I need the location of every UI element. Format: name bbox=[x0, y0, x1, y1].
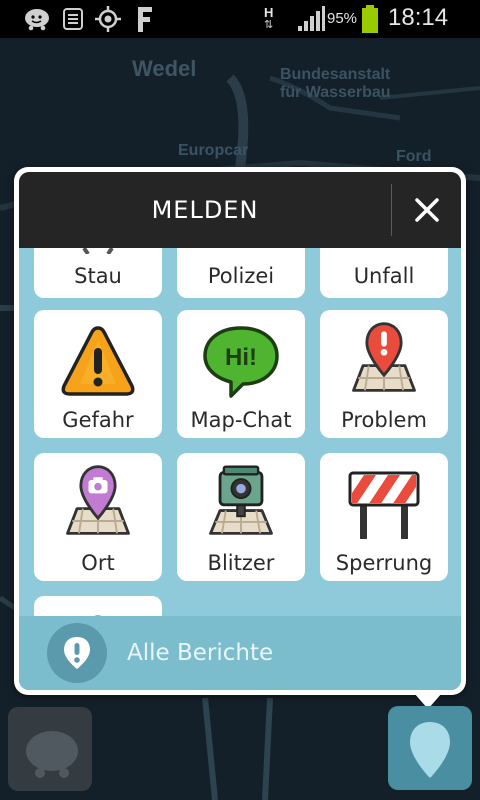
map-label-bundesanstalt: Bundesanstalt bbox=[280, 66, 391, 83]
tile-label: Ort bbox=[81, 551, 115, 575]
map-label-europcar: Europcar bbox=[178, 142, 249, 159]
tile-label: Map-Chat bbox=[190, 408, 292, 432]
tile-label: Sperrung bbox=[335, 551, 433, 575]
chat-bubble-text: Hi! bbox=[225, 344, 257, 371]
dialog-title: MELDEN bbox=[151, 196, 259, 224]
dialog-header: MELDEN bbox=[19, 172, 461, 248]
tile-gefahr[interactable]: Gefahr bbox=[34, 310, 162, 438]
notes-icon bbox=[60, 5, 86, 33]
battery-percent: 95% bbox=[327, 10, 358, 27]
tile-label: Unfall bbox=[353, 264, 415, 288]
map-label-ford: Ford bbox=[396, 148, 432, 165]
camera-place-icon bbox=[66, 465, 130, 535]
all-reports-button[interactable]: Alle Berichte bbox=[19, 616, 461, 690]
more-report-icon bbox=[94, 615, 102, 616]
all-reports-label: Alle Berichte bbox=[127, 640, 274, 666]
tile-stau[interactable]: Stau bbox=[34, 248, 162, 298]
waze-menu-button[interactable] bbox=[8, 707, 92, 791]
status-bar: H ⇅ 95% 18:14 bbox=[0, 0, 480, 38]
tile-label: Polizei bbox=[207, 264, 275, 288]
traffic-jam-icon bbox=[82, 248, 114, 254]
tile-label: Gefahr bbox=[62, 408, 134, 432]
tile-sperrung[interactable]: Sperrung bbox=[320, 453, 448, 581]
tile-polizei[interactable]: Polizei bbox=[177, 248, 305, 298]
clock: 18:14 bbox=[388, 4, 449, 31]
report-button[interactable] bbox=[388, 706, 472, 790]
battery-icon bbox=[360, 5, 380, 33]
speed-camera-icon bbox=[209, 465, 273, 535]
tile-label: Problem bbox=[341, 408, 427, 432]
waze-icon bbox=[26, 731, 78, 778]
tile-unfall[interactable]: Unfall bbox=[320, 248, 448, 298]
report-grid[interactable]: Stau Polizei Unfall Gefahr Hi! Map-Chat … bbox=[19, 248, 461, 616]
tile-more[interactable] bbox=[34, 596, 162, 616]
close-button[interactable] bbox=[393, 172, 461, 248]
hazard-icon bbox=[61, 326, 135, 396]
waze-icon bbox=[22, 5, 52, 33]
map-problem-icon bbox=[352, 322, 416, 392]
road-closure-icon bbox=[348, 471, 420, 539]
tile-problem[interactable]: Problem bbox=[320, 310, 448, 438]
data-arrows-icon: ⇅ bbox=[264, 19, 274, 31]
tile-label: Stau bbox=[74, 264, 122, 288]
report-pin-icon bbox=[47, 623, 107, 683]
map-label-wedel: Wedel bbox=[132, 56, 197, 81]
tile-ort[interactable]: Ort bbox=[34, 453, 162, 581]
report-pin-icon bbox=[410, 722, 450, 778]
police-icon bbox=[201, 248, 281, 252]
chat-bubble-icon: Hi! bbox=[203, 326, 279, 398]
facebook-icon bbox=[132, 5, 156, 33]
gps-icon bbox=[93, 5, 123, 33]
report-dialog-body: MELDEN Stau Polizei Unfall Gefahr Hi! Ma… bbox=[19, 172, 461, 690]
report-dialog: MELDEN Stau Polizei Unfall Gefahr Hi! Ma… bbox=[14, 167, 466, 695]
tile-map-chat[interactable]: Hi! Map-Chat bbox=[177, 310, 305, 438]
map-label-wasserbau: für Wasserbau bbox=[280, 84, 391, 101]
close-icon bbox=[415, 198, 439, 222]
header-divider bbox=[391, 184, 392, 236]
tile-blitzer[interactable]: Blitzer bbox=[177, 453, 305, 581]
signal-icon bbox=[296, 5, 326, 33]
tile-label: Blitzer bbox=[207, 551, 275, 575]
